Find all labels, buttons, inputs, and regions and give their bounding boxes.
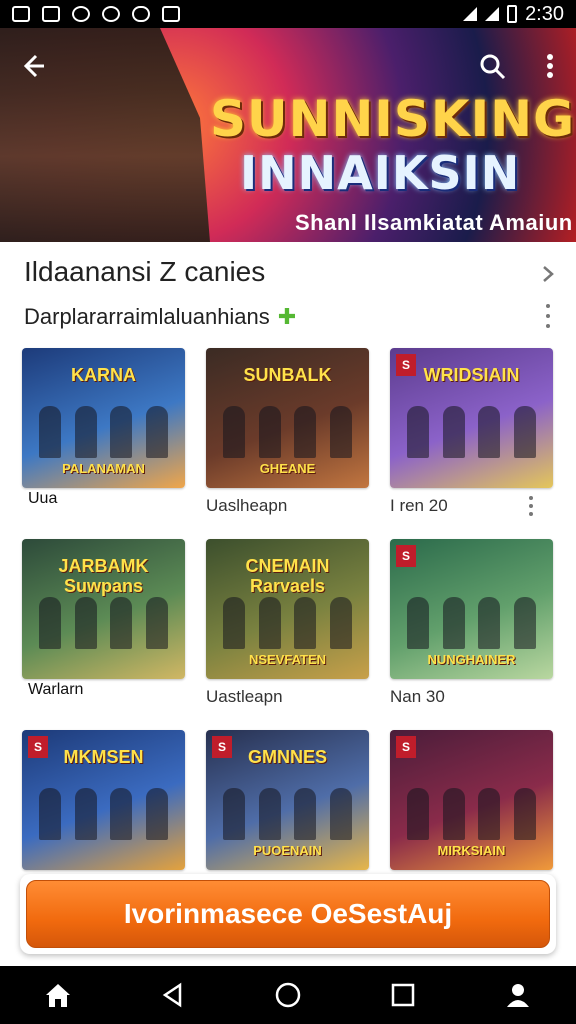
navigation-bar — [0, 966, 576, 1024]
back-button[interactable] — [14, 48, 50, 84]
game-characters-art — [32, 398, 175, 458]
game-characters-art — [216, 398, 359, 458]
game-card[interactable]: CNEMAIN Rarvaels NSEVFATEN Uastleapn — [206, 539, 369, 730]
plus-icon[interactable]: ✚ — [278, 304, 296, 330]
tv-icon — [162, 6, 180, 22]
card-more-icon[interactable] — [526, 496, 536, 516]
nav-home-circle[interactable] — [264, 971, 312, 1019]
game-characters-art — [400, 780, 543, 840]
game-thumbnail[interactable]: S WRIDSIAIN — [390, 348, 553, 488]
game-badge: S — [396, 736, 416, 758]
game-card[interactable]: S NUNGHAINER Nan 30 — [390, 539, 553, 730]
chevron-right-icon — [543, 266, 554, 282]
game-thumbnail[interactable]: S MKMSEN — [22, 730, 185, 870]
status-bar: 2:30 — [0, 0, 576, 28]
cta-button[interactable]: Ivorinmasece OeSestAuj — [26, 880, 550, 948]
nav-back[interactable] — [149, 971, 197, 1019]
game-art-caption: NUNGHAINER — [427, 652, 516, 667]
game-characters-art — [32, 780, 175, 840]
game-art-title: GMNNES — [247, 747, 327, 767]
game-card[interactable]: JARBAMK Suwpans Warlarn — [22, 539, 185, 730]
game-thumbnail[interactable]: S NUNGHAINER — [390, 539, 553, 679]
game-characters-art — [400, 398, 543, 458]
game-art-caption: MIRKSIAIN — [437, 843, 506, 858]
nav-home[interactable] — [34, 971, 82, 1019]
game-characters-art — [216, 780, 359, 840]
search-icon — [480, 54, 506, 80]
game-characters-art — [400, 589, 543, 649]
cell-signal-icon — [485, 7, 500, 21]
game-grid: KARNA PALANAMAN Uua SUNBALK GHEANE Uaslheapn S… — [22, 348, 554, 921]
game-art-caption: PUOENAIN — [253, 843, 322, 858]
game-characters-art — [216, 589, 359, 649]
gallery-icon — [12, 6, 30, 22]
game-art-title: CNEMAIN Rarvaels — [245, 556, 330, 596]
subsection-header: Darplararraimlaluanhians ✚ — [24, 304, 296, 330]
nav-profile[interactable] — [494, 971, 542, 1019]
vibrate-icon — [192, 6, 204, 22]
home-circle-icon — [275, 982, 301, 1008]
vpn-icon — [72, 6, 90, 22]
game-art-title: SUNBALK — [243, 365, 332, 385]
hero-banner[interactable]: SUNNISKING INNAIKSIN Shanl Ilsamkiatat A… — [0, 28, 576, 242]
section-see-all[interactable] — [536, 262, 560, 286]
battery-icon — [507, 5, 518, 23]
game-art-caption: GHEANE — [259, 461, 316, 476]
hero-title-line2: INNAIKSIN — [240, 146, 521, 200]
game-thumbnail[interactable]: S GMNNES PUOENAIN — [206, 730, 369, 870]
game-title[interactable]: Warlarn — [26, 681, 86, 699]
game-thumbnail[interactable]: SUNBALK GHEANE — [206, 348, 369, 488]
more-options-button[interactable] — [532, 48, 568, 84]
subsection-title: Darplararraimlaluanhians — [24, 304, 270, 329]
game-title[interactable]: Uua — [26, 490, 60, 508]
game-characters-art — [32, 589, 175, 649]
game-art-title: JARBAMK Suwpans — [58, 556, 149, 596]
game-badge: S — [396, 545, 416, 567]
game-title[interactable]: I ren 20 — [390, 496, 448, 516]
home-icon — [45, 984, 70, 1007]
status-right: 2:30 — [463, 3, 564, 26]
hero-title-line1: SUNNISKING — [210, 90, 576, 148]
game-title[interactable]: Nan 30 — [390, 687, 445, 707]
game-title[interactable]: Uaslheapn — [206, 496, 287, 516]
game-card[interactable]: KARNA PALANAMAN Uua — [22, 348, 185, 539]
game-thumbnail[interactable]: KARNA PALANAMAN — [22, 348, 185, 488]
game-title[interactable]: Uastleapn — [206, 687, 283, 707]
recents-square-icon — [391, 983, 415, 1007]
game-art-title: MKMSEN — [63, 747, 144, 767]
message-icon — [132, 6, 150, 22]
game-thumbnail[interactable]: S MIRKSIAIN — [390, 730, 553, 870]
game-card[interactable]: SUNBALK GHEANE Uaslheapn — [206, 348, 369, 539]
subsection-more-icon[interactable] — [538, 304, 558, 328]
game-art-caption: PALANAMAN — [62, 461, 145, 476]
profile-icon — [507, 984, 530, 1007]
status-icons — [12, 6, 204, 22]
sync-icon — [102, 6, 120, 22]
game-thumbnail[interactable]: CNEMAIN Rarvaels NSEVFATEN — [206, 539, 369, 679]
game-thumbnail[interactable]: JARBAMK Suwpans — [22, 539, 185, 679]
wifi-icon — [463, 7, 478, 21]
game-art-title: WRIDSIAIN — [423, 365, 520, 385]
no-image-icon — [42, 6, 60, 22]
arrow-left-icon — [23, 54, 44, 78]
status-time: 2:30 — [525, 2, 564, 25]
search-button[interactable] — [474, 48, 510, 84]
hero-subtitle: Shanl Ilsamkiatat Amaiun — [295, 210, 573, 235]
game-art-title: KARNA — [71, 365, 136, 385]
more-vertical-icon — [547, 54, 553, 78]
nav-recents[interactable] — [379, 971, 427, 1019]
back-triangle-icon — [162, 982, 182, 1008]
section-title[interactable]: Ildaanansi Z canies — [24, 256, 265, 288]
game-art-caption: NSEVFATEN — [248, 652, 327, 667]
